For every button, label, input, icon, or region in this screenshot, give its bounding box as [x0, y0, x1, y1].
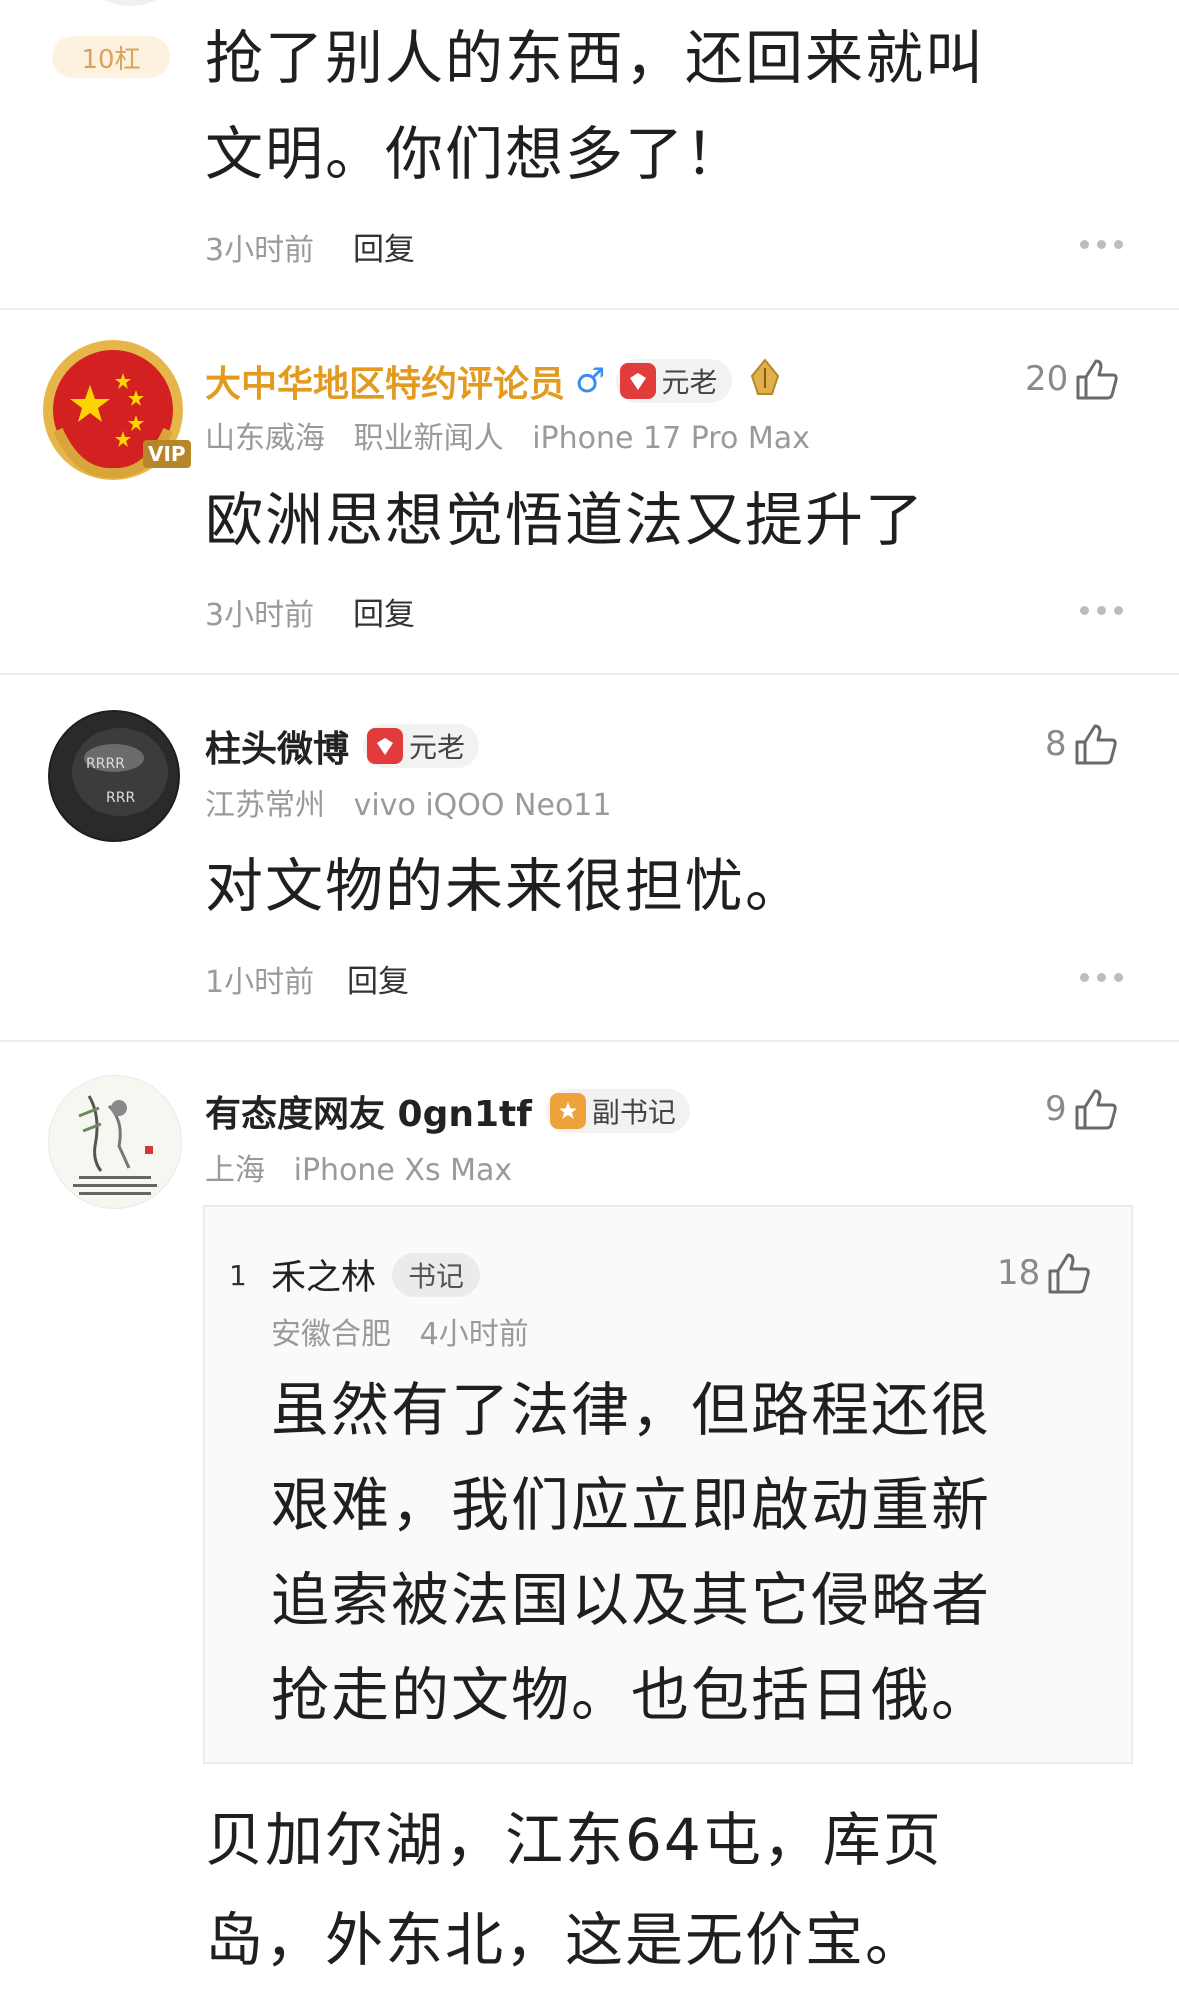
like-count: 9: [1045, 1089, 1067, 1129]
pen-nib-icon: [748, 358, 782, 404]
like-count: 20: [1025, 359, 1069, 399]
quote-text-line: 虽然有了法律，但路程还很: [271, 1376, 992, 1444]
location: 江苏常州: [205, 788, 325, 823]
reply-button[interactable]: 回复: [353, 224, 415, 269]
thumbs-up-icon: [1048, 1253, 1090, 1294]
shield-icon: [367, 728, 404, 764]
svg-text:RRR: RRR: [106, 790, 135, 806]
location: 上海: [205, 1153, 265, 1188]
star-shield-icon: [549, 1093, 586, 1129]
location: 山东威海: [205, 421, 325, 456]
shield-icon: [619, 363, 656, 399]
quote-badge: 书记: [392, 1252, 481, 1297]
quote-user-row: 禾之林 书记: [271, 1249, 481, 1300]
device: iPhone 17 Pro Max: [532, 421, 810, 456]
like-count: 18: [997, 1253, 1041, 1293]
user-row: 大中华地区特约评论员 ♂ 元老: [205, 355, 782, 407]
quoted-comment[interactable]: 1 禾之林 书记 18 安徽合肥 4小时前 虽然有了法律，但路程还很 艰难，我们…: [203, 1205, 1133, 1764]
username[interactable]: 有态度网友 0gn1tf: [205, 1085, 532, 1137]
user-meta: 山东威海 职业新闻人 iPhone 17 Pro Max: [205, 413, 810, 457]
user-title: 职业新闻人: [353, 421, 504, 456]
like-button[interactable]: 18: [997, 1251, 1092, 1295]
comment-text: 对文物的未来很担忧。: [205, 838, 805, 934]
timestamp: 3小时前: [205, 233, 315, 268]
comment-text-line: 欧洲思想觉悟道法又提升了: [205, 486, 926, 554]
timestamp: 1小时前: [205, 965, 315, 1000]
comment-text-line: 对文物的未来很担忧。: [205, 852, 806, 920]
thumbs-up-icon: [1075, 724, 1117, 765]
location: 安徽合肥: [271, 1317, 391, 1352]
divider: [0, 673, 1179, 675]
comment-text-line: 文明。你们想多了！: [205, 120, 746, 188]
level-badge-label: 副书记: [591, 1096, 676, 1129]
user-row: 柱头微博 元老: [205, 720, 480, 772]
level-badge: 元老: [615, 359, 732, 403]
like-button[interactable]: 9: [1045, 1087, 1119, 1131]
floor-number: 1: [229, 1259, 247, 1292]
like-button[interactable]: 20: [1025, 357, 1120, 401]
quote-text: 虽然有了法律，但路程还很 艰难，我们应立即啟动重新 追索被法国以及其它侵略者 抢…: [271, 1363, 991, 1743]
thumbs-up-icon: [1075, 1089, 1117, 1130]
rank-tag: 10杠: [52, 36, 170, 78]
reply-button[interactable]: 回复: [353, 589, 415, 634]
comment-text-line: 岛，外东北，这是无价宝。: [205, 1906, 926, 1974]
reply-button[interactable]: 回复: [347, 956, 409, 1001]
more-options-icon[interactable]: [1080, 973, 1123, 982]
divider: [0, 308, 1179, 310]
username[interactable]: 大中华地区特约评论员: [205, 355, 565, 407]
level-badge: 副书记: [545, 1089, 690, 1133]
level-badge-label: 元老: [409, 731, 466, 764]
ink-painting-icon: [73, 1095, 157, 1195]
quote-username[interactable]: 禾之林: [271, 1249, 376, 1300]
user-meta: 上海 iPhone Xs Max: [205, 1145, 512, 1189]
comment-text-line: 贝加尔湖，江东64屯，库页: [205, 1806, 943, 1874]
comment-text-line: 抢了别人的东西，还回来就叫: [205, 24, 986, 92]
level-badge-label: 元老: [661, 366, 718, 399]
quote-meta: 安徽合肥 4小时前: [271, 1309, 529, 1353]
comment-text: 抢了别人的东西，还回来就叫 文明。你们想多了！: [205, 10, 985, 202]
more-options-icon[interactable]: [1080, 606, 1123, 615]
timestamp: 3小时前: [205, 598, 315, 633]
user-meta: 江苏常州 vivo iQOO Neo11: [205, 780, 611, 824]
rank-tag-label: 10杠: [81, 44, 141, 75]
male-icon: ♂: [575, 361, 606, 401]
username[interactable]: 柱头微博: [205, 720, 349, 772]
user-row: 有态度网友 0gn1tf 副书记: [205, 1085, 690, 1137]
quote-text-line: 追索被法国以及其它侵略者: [271, 1566, 992, 1634]
like-count: 8: [1045, 724, 1067, 764]
device: vivo iQOO Neo11: [353, 788, 612, 823]
avatar[interactable]: [70, 0, 190, 6]
thumbs-up-icon: [1076, 359, 1118, 400]
avatar[interactable]: [48, 1075, 182, 1209]
divider: [0, 1040, 1179, 1042]
device: iPhone Xs Max: [293, 1153, 513, 1188]
timestamp: 4小时前: [419, 1317, 529, 1352]
avatar[interactable]: VIP: [38, 335, 191, 485]
comment-text: 贝加尔湖，江东64屯，库页 岛，外东北，这是无价宝。: [205, 1790, 943, 1990]
gear-knob-icon: RRRR RRR: [50, 712, 178, 840]
more-options-icon[interactable]: [1080, 240, 1123, 249]
quote-text-line: 艰难，我们应立即啟动重新: [271, 1471, 992, 1539]
like-button[interactable]: 8: [1045, 722, 1119, 766]
quote-text-line: 抢走的文物。也包括日俄。: [271, 1661, 992, 1729]
level-badge: 元老: [363, 724, 480, 768]
svg-text:RRRR: RRRR: [86, 756, 125, 772]
avatar[interactable]: RRRR RRR: [48, 710, 180, 842]
comment-text: 欧洲思想觉悟道法又提升了: [205, 472, 925, 568]
vip-badge: VIP: [143, 440, 191, 468]
